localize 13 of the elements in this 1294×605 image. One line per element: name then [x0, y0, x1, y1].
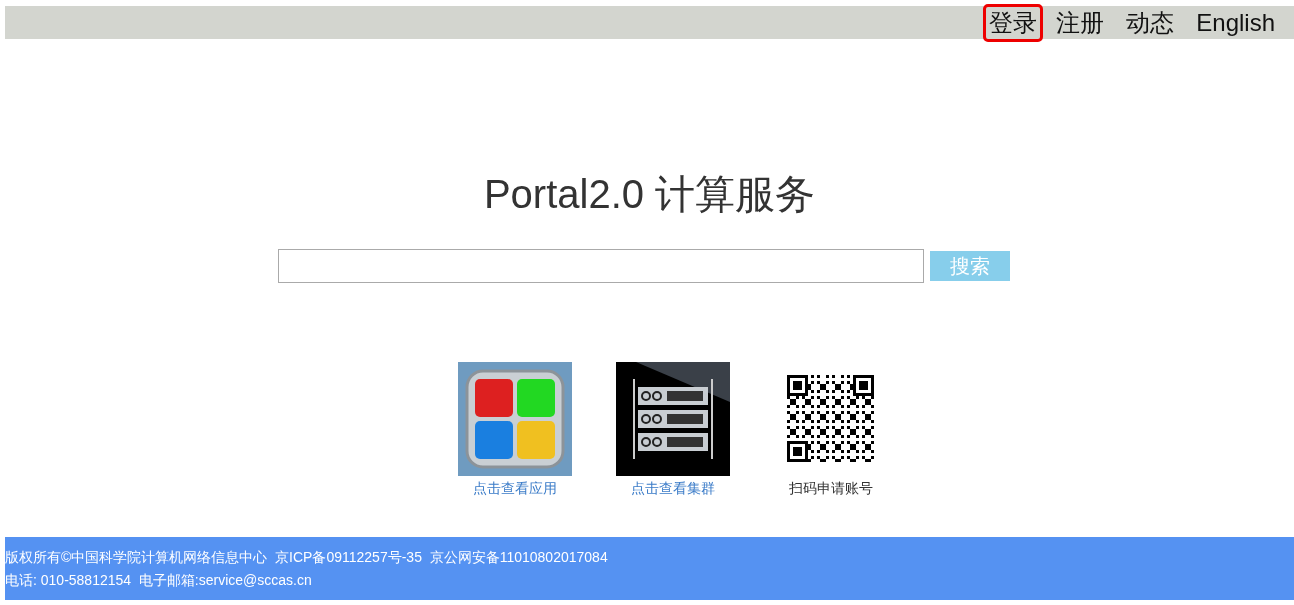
app-grid-icon [457, 362, 572, 476]
nav-link[interactable]: 登录 [983, 3, 1044, 42]
footer-text: 版权所有©中国科学院计算机网络信息中心 京ICP备09112257号-35 京公网安备11010802017084 [5, 548, 609, 566]
page-title: Portal2.0 计算服务 [483, 174, 816, 214]
tile-link[interactable]: 点击查看应用 [472, 478, 557, 499]
nav-link[interactable]: 动态 [1117, 3, 1184, 42]
footer-text: 电话: 010-58812154 电子邮箱:service@sccas.cn [5, 571, 313, 589]
tile-caption: 扫码申请账号 [788, 479, 873, 498]
nav-link[interactable]: 注册 [1047, 3, 1114, 42]
tile-link[interactable]: 点击查看集群 [630, 478, 715, 499]
search-field[interactable] [277, 249, 924, 283]
nav-link[interactable]: English [1187, 3, 1284, 42]
server-rack-icon [615, 362, 730, 476]
